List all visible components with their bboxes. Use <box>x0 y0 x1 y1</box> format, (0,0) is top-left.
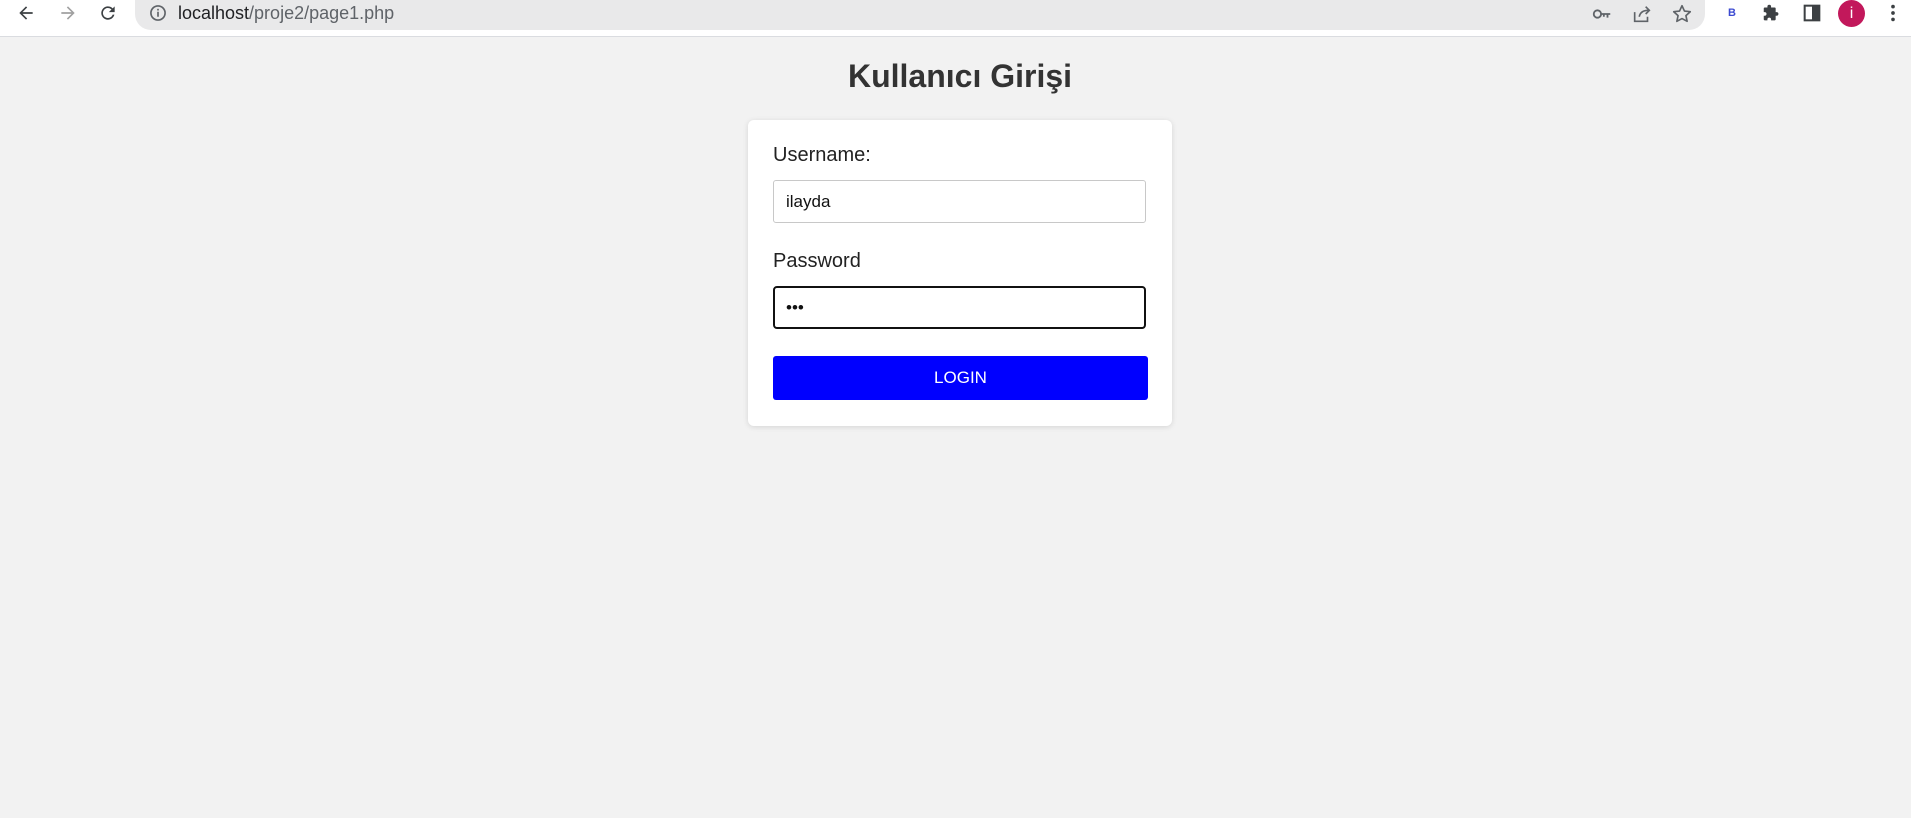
puzzle-icon <box>1763 4 1779 21</box>
username-input[interactable]: ilayda <box>773 180 1146 223</box>
address-bar[interactable]: localhost/proje2/page1.php <box>135 0 1705 30</box>
url-host: localhost <box>178 3 250 23</box>
info-icon[interactable] <box>148 3 168 23</box>
page-title: Kullanıcı Girişi <box>847 58 1073 94</box>
side-panel-icon <box>1803 4 1821 22</box>
browser-menu-button[interactable] <box>1881 1 1905 25</box>
extension-icon: B <box>1728 7 1736 19</box>
back-icon <box>19 6 33 20</box>
menu-icon <box>1891 4 1895 22</box>
share-icon[interactable] <box>1631 3 1653 25</box>
extension-b-button[interactable]: B <box>1720 1 1744 25</box>
password-label: Password <box>773 250 861 272</box>
reload-button[interactable] <box>92 0 124 26</box>
browser-toolbar: localhost/proje2/page1.php B i <box>0 0 1911 37</box>
extensions-button[interactable] <box>1760 1 1784 25</box>
url-path: /proje2/page1.php <box>249 3 395 23</box>
star-icon[interactable] <box>1671 3 1693 25</box>
profile-avatar[interactable]: i <box>1838 0 1865 27</box>
forward-icon <box>61 6 75 20</box>
key-icon[interactable] <box>1591 3 1613 25</box>
login-button[interactable]: LOGIN <box>773 356 1148 400</box>
password-input[interactable]: ••• <box>773 286 1146 329</box>
url-text[interactable]: localhost/proje2/page1.php <box>178 1 394 25</box>
forward-button[interactable] <box>52 0 84 26</box>
side-panel-button[interactable] <box>1800 1 1824 25</box>
back-button[interactable] <box>10 0 42 26</box>
login-card: Username: ilayda Password ••• LOGIN <box>748 120 1172 426</box>
username-label: Username: <box>773 144 871 166</box>
profile-initial: i <box>1849 4 1854 22</box>
reload-icon <box>101 6 115 20</box>
